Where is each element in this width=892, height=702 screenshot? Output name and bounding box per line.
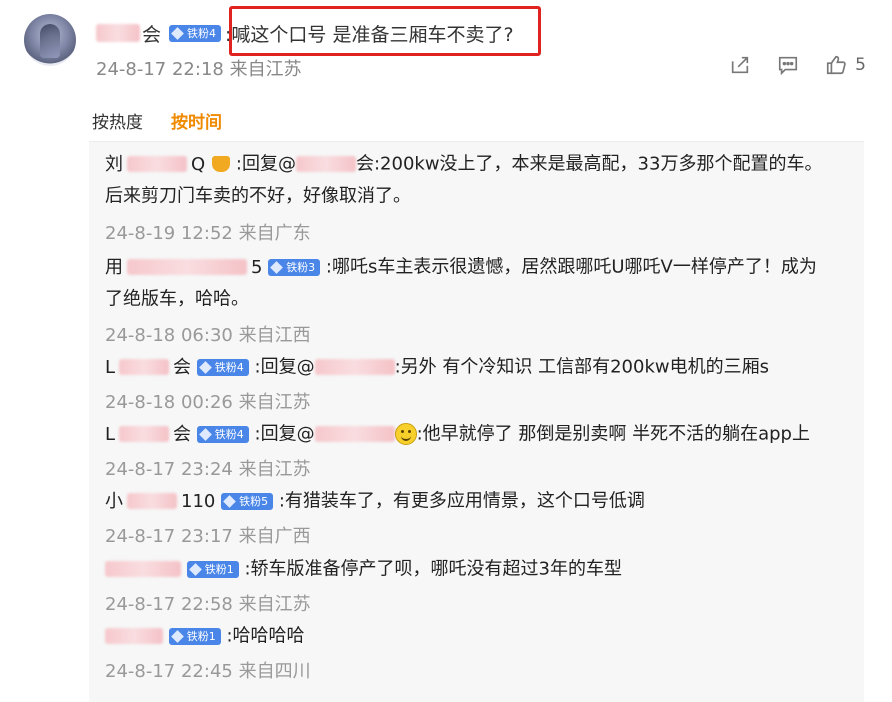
fan-badge-gem-icon bbox=[171, 26, 184, 40]
fan-badge-gem-icon bbox=[170, 629, 184, 643]
reply-item: 刘 Q :回复@ 会:200kw没上了，本来是最高配，33万多那个配置的车。 后来… bbox=[105, 148, 855, 211]
sort-by-time[interactable]: 按时间 bbox=[171, 108, 222, 133]
like-icon bbox=[825, 54, 847, 76]
share-icon[interactable] bbox=[729, 54, 751, 76]
sort-tabs: 按热度 按时间 bbox=[92, 108, 222, 133]
reply-user-name[interactable]: 刘 Q bbox=[105, 149, 231, 180]
reply-item: 铁粉1 :哈哈哈哈 bbox=[105, 620, 855, 652]
fan-badge: 铁粉3 bbox=[268, 258, 321, 276]
reply-meta: 24-8-19 12:52 来自广东 bbox=[105, 223, 311, 244]
like-button[interactable]: 5 bbox=[825, 54, 866, 76]
reply-meta: 24-8-17 23:17 来自广西 bbox=[105, 526, 311, 547]
comment-icon[interactable] bbox=[777, 54, 799, 76]
user-avatar[interactable] bbox=[24, 14, 76, 66]
fan-badge: 铁粉5 bbox=[221, 492, 274, 510]
reply-meta: 24-8-17 23:24 来自江苏 bbox=[105, 459, 311, 480]
reply-item: 用 5 铁粉3 :哪吒s车主表示很遗憾，居然跟哪吒U哪吒V一样停产了！成为 了绝… bbox=[105, 251, 855, 314]
reply-item: 小 110 铁粉5 :有猎装车了，有更多应用情景，这个口号低调 bbox=[105, 485, 855, 517]
reply-user-name[interactable]: 用 5 bbox=[105, 252, 262, 283]
reply-user-name[interactable] bbox=[105, 561, 181, 577]
fan-badge-gem-icon bbox=[188, 562, 202, 576]
comment-actions: 5 bbox=[729, 54, 866, 76]
fan-badge-gem-icon bbox=[198, 427, 212, 441]
reply-user-name[interactable]: L 会 bbox=[105, 419, 191, 450]
reply-user-name[interactable]: L 会 bbox=[105, 352, 191, 383]
top-comment-meta: 24-8-17 22:18 来自江苏 bbox=[96, 55, 302, 81]
reply-item: L 会 铁粉4 :回复@:另外 有个冷知识 工信部有200kw电机的三厢s bbox=[105, 351, 855, 383]
highlight-box bbox=[229, 6, 541, 56]
fan-badge: 铁粉4 bbox=[196, 358, 249, 376]
user-name[interactable]: L 会 会 bbox=[96, 20, 161, 47]
fan-badge: 铁粉1 bbox=[186, 560, 239, 578]
sort-by-hot[interactable]: 按热度 bbox=[92, 108, 143, 133]
timestamp: 24-8-17 22:18 bbox=[96, 59, 224, 80]
smiley-icon bbox=[394, 423, 417, 445]
fan-badge: 铁粉4 bbox=[196, 425, 249, 443]
location: 来自江苏 bbox=[229, 59, 302, 80]
reply-user-name[interactable] bbox=[105, 628, 163, 644]
reply-item: 铁粉1 :轿车版准备停产了呗，哪吒没有超过3年的车型 bbox=[105, 553, 855, 585]
reply-meta: 24-8-18 00:26 来自江苏 bbox=[105, 392, 311, 413]
fan-badge-gem-icon bbox=[198, 360, 212, 374]
fan-badge-gem-icon bbox=[270, 260, 284, 274]
fan-badge: 铁粉4 bbox=[169, 24, 222, 42]
reply-meta: 24-8-17 22:58 来自江苏 bbox=[105, 594, 311, 615]
reply-meta: 24-8-18 06:30 来自江西 bbox=[105, 325, 311, 346]
like-count: 5 bbox=[855, 55, 866, 75]
fan-badge-gem-icon bbox=[223, 494, 236, 508]
fan-badge: 铁粉1 bbox=[168, 627, 221, 645]
reply-meta: 24-8-17 22:45 来自四川 bbox=[105, 661, 311, 682]
crown-icon bbox=[212, 156, 231, 172]
reply-item: L 会 铁粉4 :回复@:他早就停了 那倒是别卖啊 半死不活的躺在app上 bbox=[105, 418, 855, 450]
reply-user-name[interactable]: 小 110 bbox=[105, 486, 215, 517]
